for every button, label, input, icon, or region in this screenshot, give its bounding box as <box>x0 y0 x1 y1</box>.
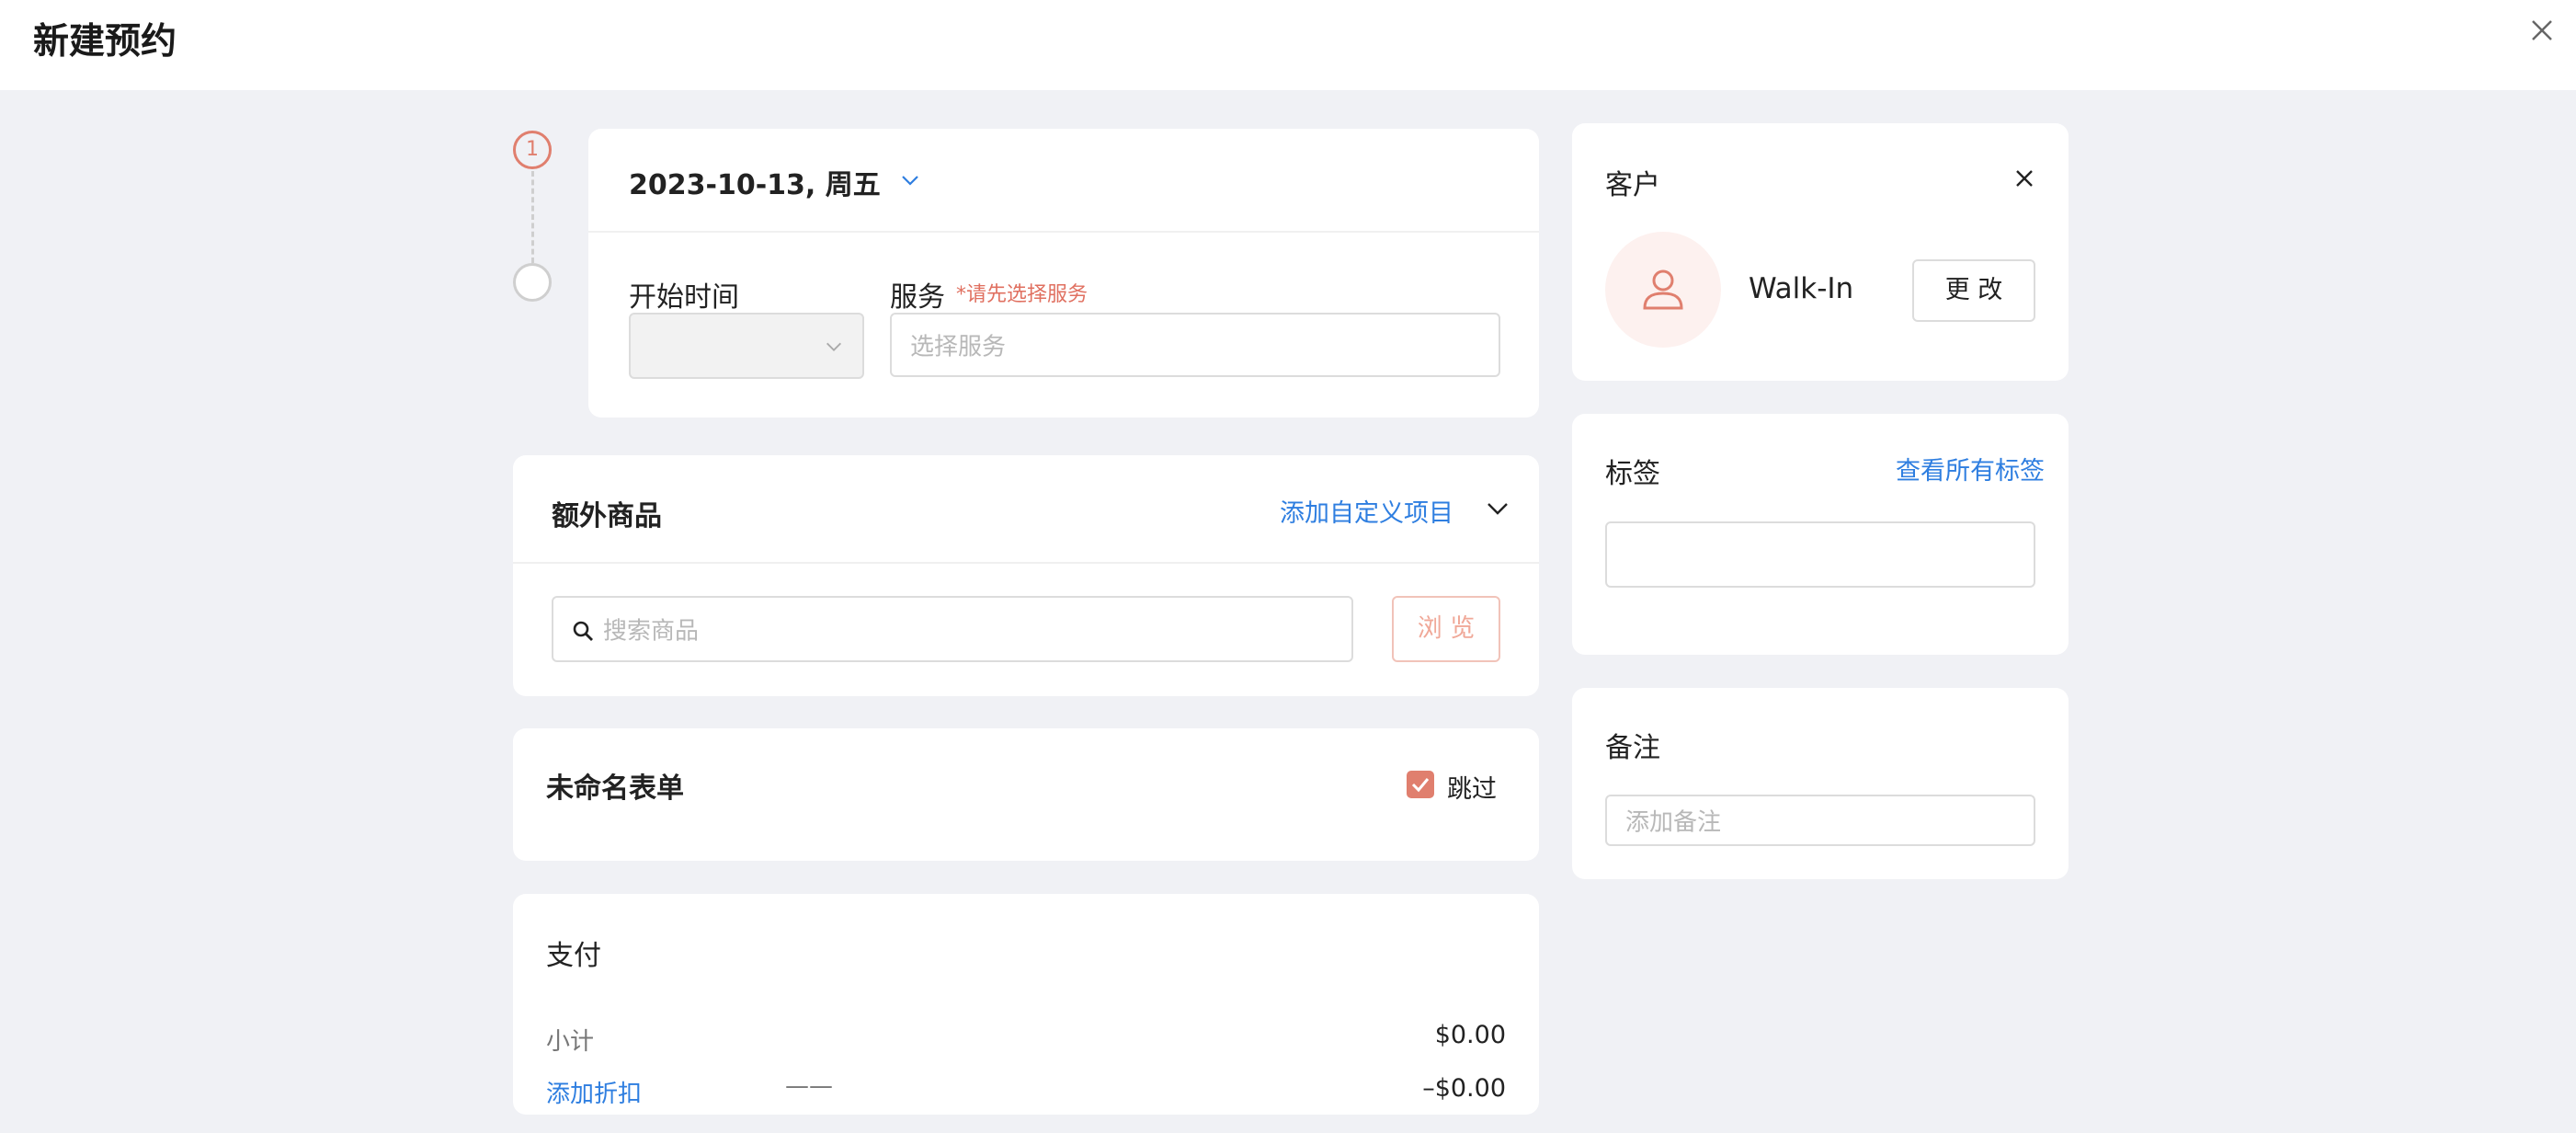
service-input[interactable]: 选择服务 <box>890 313 1500 377</box>
discount-value: –$0.00 <box>1422 1074 1506 1103</box>
add-discount-link[interactable]: 添加折扣 <box>546 1075 642 1109</box>
tags-input[interactable] <box>1605 521 2035 588</box>
customer-name: Walk-In <box>1749 272 1854 305</box>
service-placeholder: 选择服务 <box>910 333 1007 361</box>
tags-title: 标签 <box>1605 458 1660 490</box>
close-icon[interactable] <box>2528 17 2556 44</box>
change-customer-button[interactable]: 更 改 <box>1912 259 2035 322</box>
payment-title: 支付 <box>546 940 601 972</box>
chevron-down-icon[interactable] <box>899 169 921 191</box>
chevron-down-icon <box>826 342 841 351</box>
browse-button[interactable]: 浏 览 <box>1392 596 1500 662</box>
notes-input[interactable]: 添加备注 <box>1605 795 2035 846</box>
close-icon[interactable] <box>2013 167 2035 189</box>
check-icon <box>1411 778 1430 793</box>
customer-title: 客户 <box>1605 169 1660 201</box>
extras-title: 额外商品 <box>552 500 662 532</box>
skip-checkbox[interactable] <box>1407 771 1434 798</box>
step-connector <box>531 171 534 263</box>
view-all-tags-link[interactable]: 查看所有标签 <box>1896 451 2045 486</box>
notes-title: 备注 <box>1605 732 1660 764</box>
page-title: 新建预约 <box>33 21 177 63</box>
avatar <box>1605 232 1721 348</box>
subtotal-label: 小计 <box>546 1028 595 1056</box>
start-time-label: 开始时间 <box>629 281 739 314</box>
discount-placeholder: —— <box>785 1072 833 1100</box>
service-label: 服务 <box>890 281 945 314</box>
product-search-placeholder: 搜索商品 <box>603 617 700 646</box>
notes-card <box>1572 688 2069 879</box>
step-indicator-next <box>513 263 552 302</box>
service-required-hint: *请先选择服务 <box>956 283 1089 306</box>
step-indicator-current: 1 <box>513 131 552 169</box>
divider <box>513 562 1539 564</box>
date-selector[interactable]: 2023-10-13, 周五 <box>629 162 881 202</box>
subtotal-value: $0.00 <box>1434 1021 1506 1049</box>
notes-placeholder: 添加备注 <box>1625 808 1722 837</box>
user-icon <box>1643 269 1683 310</box>
form-title: 未命名表单 <box>546 772 684 805</box>
modal-header: 新建预约 <box>0 0 2576 90</box>
chevron-down-icon[interactable] <box>1486 497 1510 521</box>
skip-label: 跳过 <box>1447 775 1497 804</box>
product-search-input[interactable]: 搜索商品 <box>552 596 1353 662</box>
divider <box>588 231 1539 233</box>
search-icon <box>573 621 593 641</box>
add-custom-item-link[interactable]: 添加自定义项目 <box>1280 493 1453 529</box>
start-time-select[interactable] <box>629 313 864 379</box>
